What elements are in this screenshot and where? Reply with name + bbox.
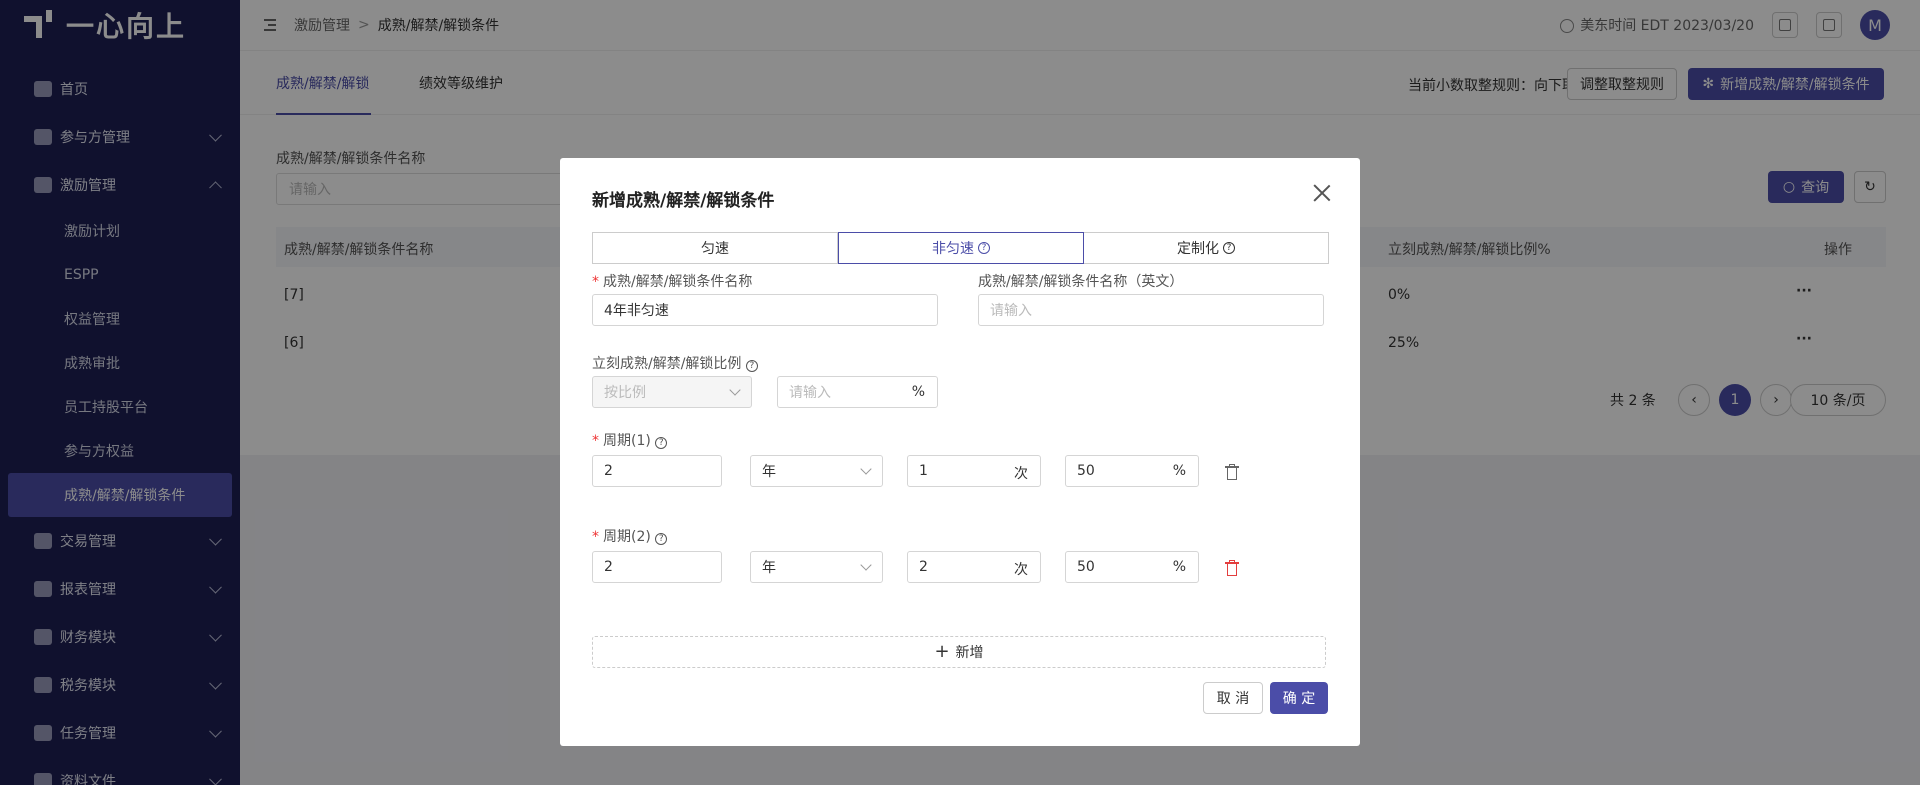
period-1-delete-icon[interactable]	[1225, 464, 1239, 480]
chevron-down-icon	[729, 384, 741, 396]
period-label-text: 周期(2)	[603, 529, 651, 545]
period-2-count-input[interactable]: 2次	[907, 551, 1041, 583]
period-1-count-input[interactable]: 1次	[907, 455, 1041, 487]
input-placeholder: 请输入	[789, 385, 831, 401]
required-mark: *	[592, 529, 599, 545]
percent-suffix: %	[1172, 559, 1186, 575]
period-2-unit-select[interactable]: 年	[750, 551, 883, 583]
count-suffix: 次	[1014, 466, 1028, 482]
immediate-ratio-input[interactable]: 请输入%	[777, 376, 938, 408]
segment-label: 定制化	[1177, 241, 1219, 257]
help-icon: ?	[745, 360, 758, 372]
close-icon[interactable]	[1312, 183, 1332, 203]
segment-label: 匀速	[701, 241, 729, 257]
percent-suffix: %	[1172, 463, 1186, 479]
percent-suffix: %	[911, 384, 925, 400]
segment-custom[interactable]: 定制化?	[1084, 232, 1329, 264]
period-1-duration-input[interactable]: 2	[592, 455, 722, 487]
modal-title: 新增成熟/解禁/解锁条件	[592, 191, 775, 211]
help-icon: ?	[655, 437, 668, 449]
name-input[interactable]: 4年非匀速	[592, 294, 938, 326]
segment-uniform[interactable]: 匀速	[592, 232, 838, 264]
period-2-delete-icon[interactable]	[1225, 560, 1239, 576]
name-label-text: 成熟/解禁/解锁条件名称	[603, 274, 753, 290]
select-value: 按比例	[604, 385, 646, 401]
schedule-type-segment: 匀速 非匀速? 定制化?	[592, 232, 1329, 264]
period-label-text: 周期(1)	[603, 433, 651, 449]
input-value: 2	[919, 559, 928, 575]
immediate-ratio-label: 立刻成熟/解禁/解锁比例 ?	[592, 353, 758, 373]
chevron-down-icon	[860, 463, 872, 475]
help-icon: ?	[978, 242, 990, 254]
name-en-input[interactable]: 请输入	[978, 294, 1324, 326]
immediate-ratio-select[interactable]: 按比例	[592, 376, 752, 408]
select-value: 年	[762, 560, 776, 576]
help-icon: ?	[1223, 242, 1235, 254]
period-1-label: * 周期(1) ?	[592, 430, 668, 450]
add-period-button[interactable]: + 新增	[592, 636, 1326, 668]
plus-icon: +	[934, 641, 950, 662]
segment-label: 非匀速	[932, 241, 974, 257]
period-2-label: * 周期(2) ?	[592, 526, 668, 546]
input-value: 50	[1077, 463, 1095, 479]
input-value: 50	[1077, 559, 1095, 575]
name-field-label: * 成熟/解禁/解锁条件名称	[592, 271, 752, 291]
cancel-button[interactable]: 取 消	[1203, 682, 1263, 714]
select-value: 年	[762, 464, 776, 480]
period-2-duration-input[interactable]: 2	[592, 551, 722, 583]
required-mark: *	[592, 274, 599, 290]
required-mark: *	[592, 433, 599, 449]
count-suffix: 次	[1014, 562, 1028, 578]
segment-non-uniform[interactable]: 非匀速?	[838, 232, 1084, 264]
chevron-down-icon	[860, 559, 872, 571]
period-1-ratio-input[interactable]: 50%	[1065, 455, 1199, 487]
immediate-label-text: 立刻成熟/解禁/解锁比例	[592, 356, 742, 372]
name-en-field-label: 成熟/解禁/解锁条件名称（英文）	[978, 274, 1184, 290]
help-icon: ?	[655, 533, 668, 545]
add-period-label: 新增	[955, 645, 984, 661]
confirm-button[interactable]: 确 定	[1270, 682, 1328, 714]
input-value: 1	[919, 463, 928, 479]
period-1-unit-select[interactable]: 年	[750, 455, 883, 487]
new-condition-modal: 新增成熟/解禁/解锁条件 匀速 非匀速? 定制化? * 成熟/解禁/解锁条件名称 …	[560, 158, 1360, 746]
period-2-ratio-input[interactable]: 50%	[1065, 551, 1199, 583]
